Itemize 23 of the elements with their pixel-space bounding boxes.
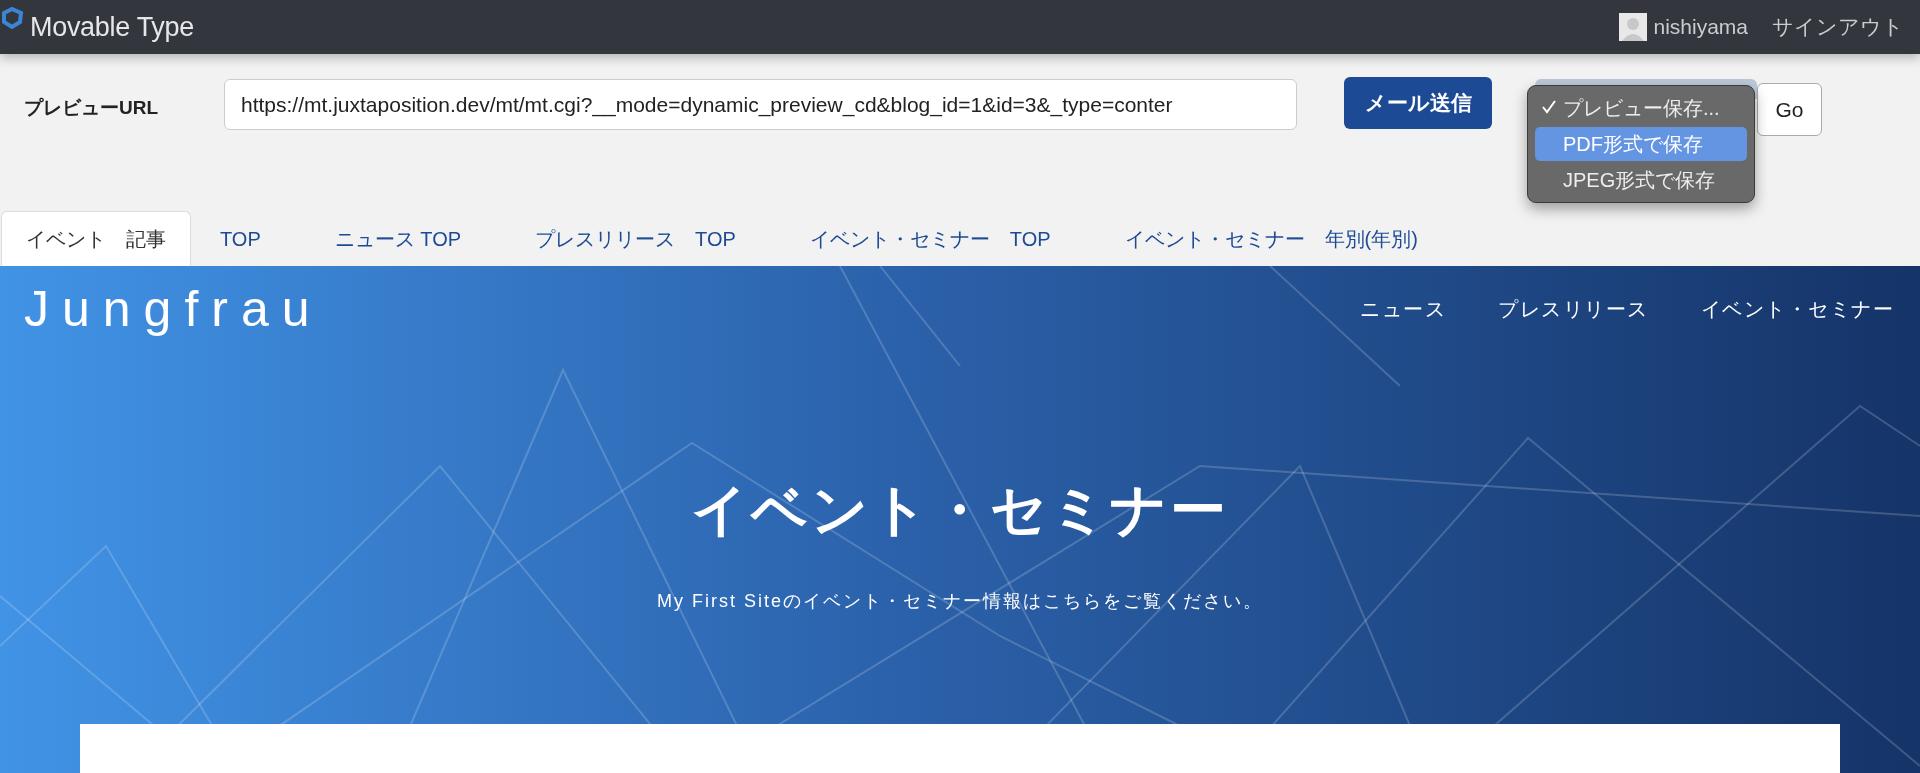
preview-tab[interactable]: イベント・セミナー 年別(年別): [1099, 211, 1443, 266]
menu-item[interactable]: プレビュー保存...: [1535, 91, 1747, 125]
menu-item[interactable]: JPEG形式で保存: [1535, 163, 1747, 197]
username-link[interactable]: nishiyama: [1653, 15, 1748, 39]
site-title[interactable]: Jungfrau: [24, 280, 323, 338]
nav-link[interactable]: ニュース: [1360, 295, 1446, 323]
preview-tab[interactable]: TOP: [195, 211, 286, 266]
preview-tab[interactable]: ニュース TOP: [309, 211, 487, 266]
preview-tab[interactable]: プレスリリース TOP: [510, 211, 761, 266]
go-button[interactable]: Go: [1757, 83, 1822, 136]
preview-url-field[interactable]: https://mt.juxtaposition.dev/mt/mt.cgi?__mode=dynamic_preview_cd&blog_id=1&id=3&_type=conter: [224, 79, 1297, 130]
nav-link[interactable]: プレスリリース: [1498, 295, 1649, 323]
nav-link[interactable]: イベント・セミナー: [1700, 295, 1894, 323]
avatar-icon: [1619, 13, 1648, 41]
signout-link[interactable]: サインアウト: [1772, 13, 1904, 41]
page-heading: イベント・セミナー: [690, 477, 1230, 543]
send-mail-button[interactable]: メール送信: [1344, 77, 1492, 129]
preview-tab[interactable]: イベント 記事: [1, 211, 191, 266]
page-description: My First Siteのイベント・セミナー情報はこちらをご覧ください。: [656, 590, 1264, 613]
preview-url-label: プレビューURL: [24, 96, 160, 120]
checkmark-icon: [1541, 98, 1557, 115]
logo-text: Movable Type: [30, 11, 194, 43]
preview-tab[interactable]: イベント・セミナー TOP: [784, 211, 1076, 266]
